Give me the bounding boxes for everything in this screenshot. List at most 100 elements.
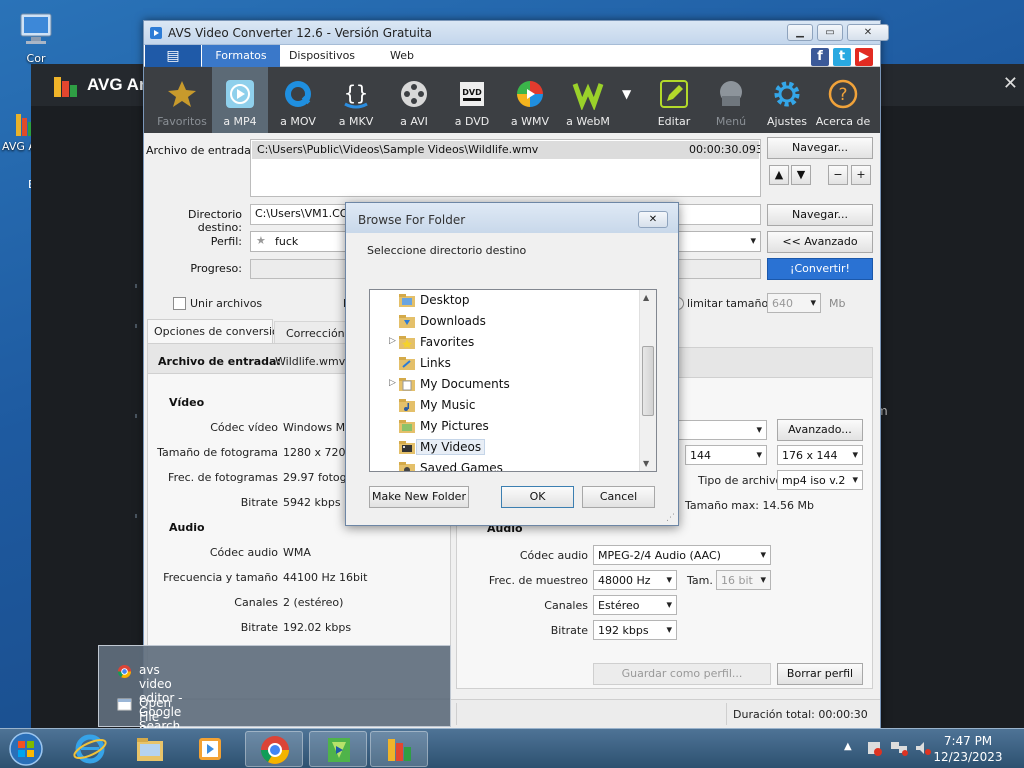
add-file-button[interactable]: + bbox=[851, 165, 871, 185]
audio-channels-value: 2 (estéreo) bbox=[283, 596, 344, 609]
twitter-icon[interactable]: t bbox=[833, 48, 851, 66]
folder-favorites[interactable]: ▷ Favorites bbox=[370, 332, 640, 353]
frame-size-preset-select[interactable]: 176 x 144 bbox=[777, 445, 863, 465]
show-hidden-icons-icon[interactable]: ▲ bbox=[844, 741, 852, 752]
folder-name: Desktop bbox=[420, 293, 470, 307]
output-bitrate-select[interactable]: 192 kbps bbox=[593, 620, 677, 640]
expand-icon[interactable]: ▷ bbox=[389, 336, 396, 346]
toolbar-wmv[interactable]: a WMV bbox=[502, 67, 558, 133]
folder-tree[interactable]: Desktop Downloads ▷ Favorites Links ▷ My… bbox=[369, 289, 657, 472]
avs-app-icon bbox=[150, 27, 162, 39]
taskbar-explorer[interactable] bbox=[121, 731, 179, 767]
folder-links[interactable]: Links bbox=[370, 353, 640, 374]
toolbar-webm[interactable]: a WebM bbox=[560, 67, 616, 133]
limit-size-select[interactable]: 640 bbox=[767, 293, 821, 313]
close-button[interactable]: ✕ bbox=[847, 24, 889, 41]
tab-dispositivos[interactable]: Dispositivos bbox=[280, 45, 364, 67]
tab-web[interactable]: Web bbox=[364, 45, 440, 67]
folder-name: Saved Games bbox=[420, 461, 503, 472]
output-audio-codec-select[interactable]: MPEG-2/4 Audio (AAC) bbox=[593, 545, 771, 565]
scroll-down-icon[interactable]: ▼ bbox=[643, 459, 649, 468]
merge-files-checkbox[interactable] bbox=[173, 297, 186, 310]
system-clock[interactable]: 7:47 PM 12/23/2023 bbox=[932, 733, 1004, 765]
toolbar-menu[interactable]: Menú bbox=[703, 67, 759, 133]
ok-button[interactable]: OK bbox=[501, 486, 574, 508]
folder-my-videos[interactable]: My Videos bbox=[370, 437, 640, 458]
menu-list-icon: ▤ bbox=[166, 48, 180, 64]
plus-icon: + bbox=[856, 168, 866, 181]
taskbar-chrome[interactable] bbox=[245, 731, 303, 767]
folder-my-music[interactable]: My Music bbox=[370, 395, 640, 416]
audio-channels-label: Canales bbox=[234, 596, 278, 609]
taskbar-avg[interactable] bbox=[370, 731, 428, 767]
input-file-path: C:\Users\Public\Videos\Sample Videos\Wil… bbox=[257, 143, 539, 156]
move-up-button[interactable]: ▲ bbox=[769, 165, 789, 185]
start-button[interactable] bbox=[7, 731, 45, 767]
folder-my-pictures[interactable]: My Pictures bbox=[370, 416, 640, 437]
audio-freq-value: 44100 Hz 16bit bbox=[283, 571, 368, 584]
expand-icon[interactable]: ▷ bbox=[389, 378, 396, 388]
folder-my-documents[interactable]: ▷ My Documents bbox=[370, 374, 640, 395]
dialog-close-button[interactable]: ✕ bbox=[638, 211, 668, 228]
toolbar-mp4[interactable]: a MP4 bbox=[212, 67, 268, 133]
advanced-video-button[interactable]: Avanzado... bbox=[777, 419, 863, 441]
toolbar-mkv[interactable]: {} a MKV bbox=[328, 67, 384, 133]
folder-saved-games[interactable]: Saved Games bbox=[370, 458, 640, 472]
sample-rate-select[interactable]: 48000 Hz bbox=[593, 570, 677, 590]
windows-logo-icon bbox=[9, 732, 43, 766]
total-duration-text: Duración total: 00:00:30 bbox=[733, 708, 868, 721]
action-center-icon[interactable] bbox=[866, 740, 882, 756]
audio-freq-label: Frecuencia y tamaño bbox=[163, 571, 278, 584]
youtube-icon[interactable]: ▶ bbox=[855, 48, 873, 66]
facebook-icon[interactable]: f bbox=[811, 48, 829, 66]
convert-button[interactable]: ¡Convertir! bbox=[767, 258, 873, 280]
folder-desktop[interactable]: Desktop bbox=[370, 290, 640, 311]
folder-downloads[interactable]: Downloads bbox=[370, 311, 640, 332]
browse-input-button[interactable]: Navegar... bbox=[767, 137, 873, 159]
move-down-button[interactable]: ▼ bbox=[791, 165, 811, 185]
browse-dest-button[interactable]: Navegar... bbox=[767, 204, 873, 226]
video-codec-select[interactable] bbox=[677, 420, 767, 440]
toolbar-favoritos[interactable]: Favoritos bbox=[154, 67, 210, 133]
output-channels-select[interactable]: Estéreo bbox=[593, 595, 677, 615]
tab-correction[interactable]: Corrección d bbox=[274, 321, 350, 343]
resize-grip-icon[interactable]: ⋰ bbox=[666, 513, 675, 523]
toolbar-acerca[interactable]: ? Acerca de bbox=[815, 67, 871, 133]
tab-conversion-options[interactable]: Opciones de conversión bbox=[147, 319, 286, 343]
more-formats-dropdown-icon[interactable]: ▼ bbox=[622, 87, 631, 101]
network-icon[interactable] bbox=[890, 740, 908, 756]
scroll-up-icon[interactable]: ▲ bbox=[643, 293, 649, 302]
taskbar-avs-converter[interactable] bbox=[309, 731, 367, 767]
star-icon: ★ bbox=[256, 234, 266, 247]
scroll-thumb[interactable] bbox=[642, 346, 654, 416]
minimize-button[interactable]: ▁ bbox=[787, 24, 813, 41]
frame-height-stepper[interactable]: 144 bbox=[685, 445, 767, 465]
toolbar-ajustes[interactable]: Ajustes bbox=[759, 67, 815, 133]
computer-icon bbox=[16, 10, 56, 50]
cancel-button[interactable]: Cancel bbox=[582, 486, 655, 508]
folder-name: Downloads bbox=[420, 314, 486, 328]
toolbar-editar[interactable]: Editar bbox=[646, 67, 702, 133]
avg-close-icon[interactable]: ✕ bbox=[1003, 73, 1018, 94]
tree-scrollbar[interactable]: ▲ ▼ bbox=[639, 290, 656, 471]
mp4-icon bbox=[224, 78, 256, 110]
app-menu-button[interactable]: ▤ bbox=[145, 45, 201, 67]
remove-file-button[interactable]: − bbox=[828, 165, 848, 185]
save-profile-button[interactable]: Guardar como perfil... bbox=[593, 663, 771, 685]
toolbar-label: a WMV bbox=[510, 115, 550, 128]
advanced-toggle-button[interactable]: << Avanzado bbox=[767, 231, 873, 253]
filetype-select[interactable]: mp4 iso v.2 bbox=[777, 470, 863, 490]
bit-depth-select[interactable]: 16 bit bbox=[716, 570, 771, 590]
input-file-list[interactable]: C:\Users\Public\Videos\Sample Videos\Wil… bbox=[250, 139, 761, 197]
delete-profile-button[interactable]: Borrar perfil bbox=[777, 663, 863, 685]
taskbar-ie[interactable] bbox=[61, 731, 119, 767]
taskbar-media-player[interactable] bbox=[181, 731, 239, 767]
toolbar-mov[interactable]: a MOV bbox=[270, 67, 326, 133]
toolbar-avi[interactable]: a AVI bbox=[386, 67, 442, 133]
maximize-button[interactable]: ▭ bbox=[817, 24, 843, 41]
toolbar-dvd[interactable]: DVD a DVD bbox=[444, 67, 500, 133]
tab-formatos[interactable]: Formatos bbox=[202, 45, 280, 67]
desktop-icon-computer[interactable]: Cor bbox=[6, 10, 66, 65]
make-new-folder-button[interactable]: Make New Folder bbox=[369, 486, 469, 508]
volume-icon[interactable] bbox=[914, 740, 932, 756]
